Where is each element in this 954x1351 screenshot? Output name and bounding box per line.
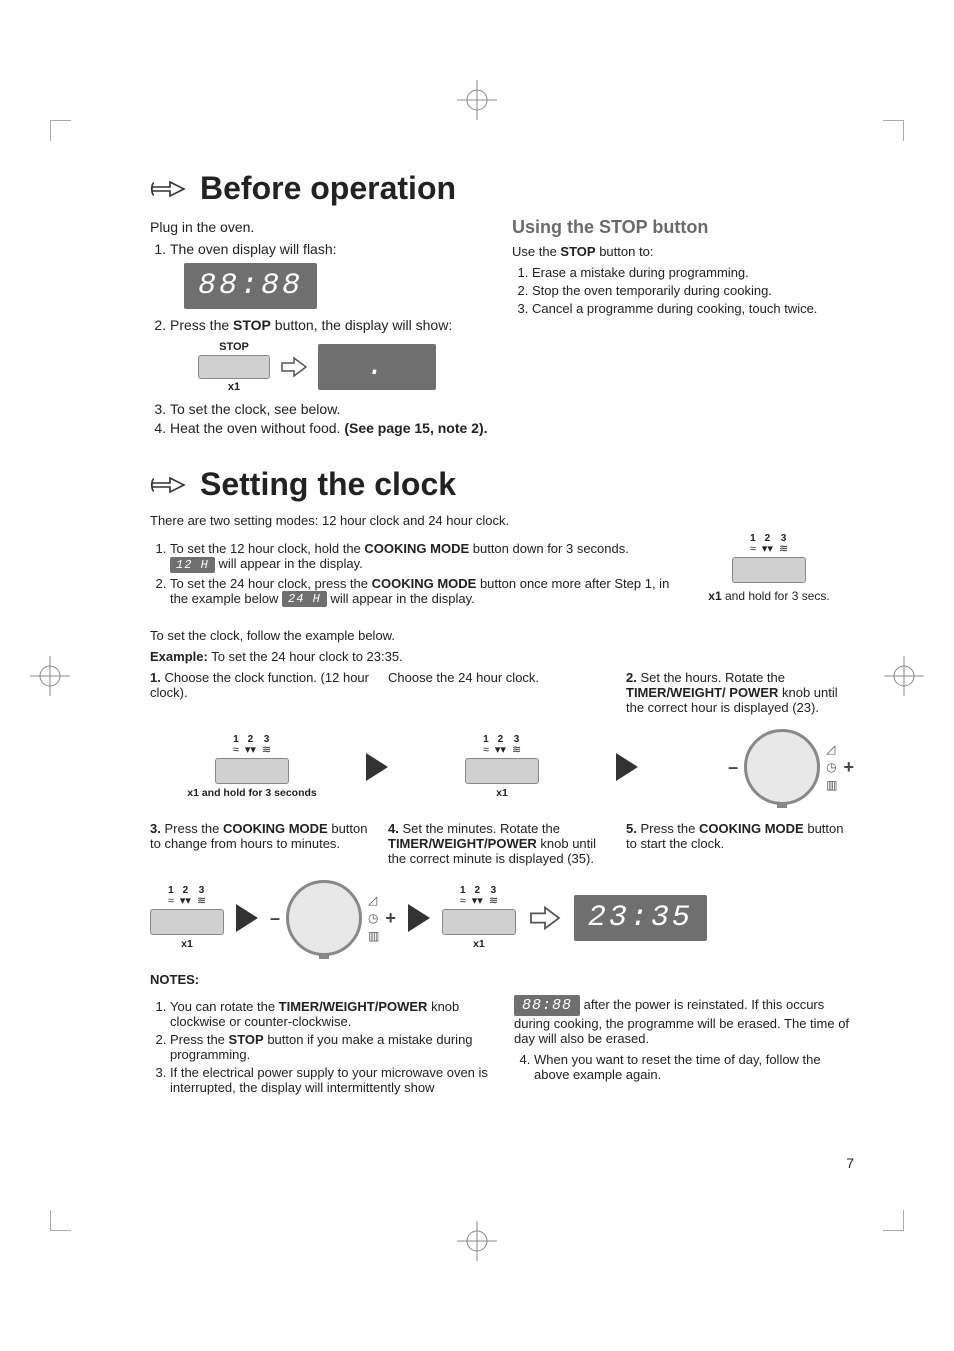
- display-blank: .: [318, 344, 436, 390]
- note-3: If the electrical power supply to your m…: [170, 1065, 490, 1095]
- heading-text: Before operation: [200, 170, 456, 207]
- s2-item-2: To set the 24 hour clock, press the COOK…: [170, 576, 670, 608]
- s1-item-1: The oven display will flash: 88:88: [170, 241, 492, 309]
- step-3-text: 3. Press the COOKING MODE button to chan…: [150, 821, 378, 851]
- display-8888-small: 88:88: [514, 995, 580, 1016]
- stop-label: STOP: [219, 341, 249, 353]
- s1-item-4: Heat the oven without food. (See page 15…: [170, 420, 492, 436]
- minus-icon: –: [270, 908, 280, 929]
- knob-graphic: [744, 729, 820, 805]
- stop-item-3: Cancel a programme during cooking, touch…: [532, 301, 854, 316]
- stop-intro: Use the STOP button to:: [512, 244, 854, 259]
- step-1-text: 1. Choose the clock function. (12 hour c…: [150, 670, 378, 700]
- display-2335: 23:35: [574, 895, 707, 941]
- mode-icons: 1≈2▾▾3≋: [483, 735, 521, 756]
- caption-x1: x1: [473, 938, 485, 950]
- registration-mark-top: [457, 80, 497, 120]
- page-number: 7: [846, 1155, 854, 1171]
- display-24h: 24 H: [282, 591, 327, 607]
- cooking-mode-button-graphic: [150, 909, 224, 935]
- heading-text: Setting the clock: [200, 466, 456, 503]
- heading-stop-button: Using the STOP button: [512, 217, 854, 238]
- registration-mark-bottom: [457, 1221, 497, 1261]
- note-1: You can rotate the TIMER/WEIGHT/POWER kn…: [170, 999, 490, 1029]
- s1-item-3: To set the clock, see below.: [170, 401, 492, 417]
- arrow-right-icon: [408, 904, 430, 932]
- mode-icons: 1≈2▾▾3≋: [233, 735, 271, 756]
- stop-item-2: Stop the oven temporarily during cooking…: [532, 283, 854, 298]
- s1-item-2: Press the STOP button, the display will …: [170, 317, 492, 393]
- knob-side-icons: ◿◷▥: [368, 893, 379, 943]
- stop-button-graphic: [198, 355, 270, 379]
- mode-icons: 1≈2▾▾3≋: [168, 886, 206, 907]
- pointing-hand-icon: [150, 471, 186, 499]
- caption-hold3: x1 and hold for 3 seconds: [187, 787, 317, 799]
- cooking-mode-button-graphic: [732, 557, 806, 583]
- x1-label: x1: [228, 381, 240, 393]
- display-12h: 12 H: [170, 557, 215, 573]
- hold-caption: x1 and hold for 3 secs.: [708, 589, 829, 603]
- note-2: Press the STOP button if you make a mist…: [170, 1032, 490, 1062]
- arrow-right-icon: [236, 904, 258, 932]
- arrow-right-icon: [616, 753, 638, 781]
- cooking-mode-button-graphic: [465, 758, 539, 784]
- step-1b-text: Choose the 24 hour clock.: [388, 670, 616, 685]
- mode-icons: 1≈ 2▾▾ 3≋: [750, 534, 788, 555]
- cooking-mode-button-graphic: [442, 909, 516, 935]
- plus-icon: +: [385, 908, 396, 929]
- step-4-text: 4. Set the minutes. Rotate the TIMER/WEI…: [388, 821, 616, 866]
- note-4: When you want to reset the time of day, …: [534, 1052, 854, 1082]
- note-3-cont: 88:88 after the power is reinstated. If …: [514, 995, 854, 1046]
- mode-icons: 1≈2▾▾3≋: [460, 886, 498, 907]
- s2-item-1: To set the 12 hour clock, hold the COOKI…: [170, 541, 670, 573]
- arrow-right-icon: [366, 753, 388, 781]
- step-2-text: 2. Set the hours. Rotate the TIMER/WEIGH…: [626, 670, 854, 715]
- caption-x1: x1: [496, 787, 508, 799]
- step-5-text: 5. Press the COOKING MODE button to star…: [626, 821, 854, 851]
- minus-icon: –: [728, 757, 738, 778]
- example-line: Example: To set the 24 hour clock to 23:…: [150, 649, 854, 664]
- s2-intro: There are two setting modes: 12 hour clo…: [150, 513, 854, 528]
- cooking-mode-button-graphic: [215, 758, 289, 784]
- display-8888: 88:88: [184, 263, 317, 309]
- registration-mark-left: [30, 656, 70, 696]
- intro-text: Plug in the oven.: [150, 219, 492, 235]
- heading-setting-clock: Setting the clock: [150, 466, 854, 503]
- caption-x1: x1: [181, 938, 193, 950]
- registration-mark-right: [884, 656, 924, 696]
- pointing-hand-icon: [150, 175, 186, 203]
- arrow-right-icon: [280, 355, 308, 379]
- notes-heading: NOTES:: [150, 972, 854, 987]
- plus-icon: +: [843, 757, 854, 778]
- arrow-right-icon: [528, 904, 562, 932]
- stop-item-1: Erase a mistake during programming.: [532, 265, 854, 280]
- follow-text: To set the clock, follow the example bel…: [150, 628, 854, 643]
- heading-before-operation: Before operation: [150, 170, 854, 207]
- knob-side-icons: ◿◷▥: [826, 742, 837, 792]
- knob-graphic: [286, 880, 362, 956]
